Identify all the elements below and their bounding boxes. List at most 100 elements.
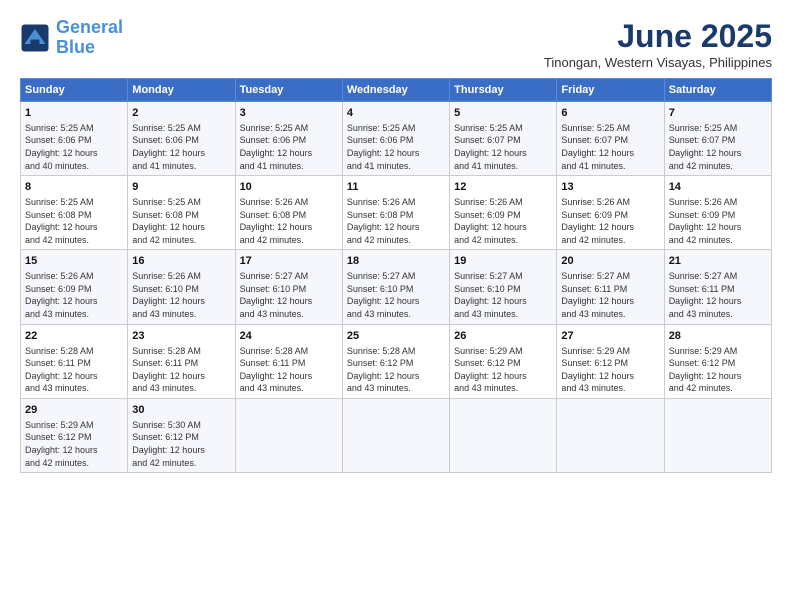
day-number: 20: [561, 254, 659, 269]
calendar-cell: 20Sunrise: 5:27 AMSunset: 6:11 PMDayligh…: [557, 250, 664, 324]
day-number: 14: [669, 180, 767, 195]
day-info: Sunrise: 5:27 AMSunset: 6:10 PMDaylight:…: [240, 270, 338, 320]
calendar-body: 1Sunrise: 5:25 AMSunset: 6:06 PMDaylight…: [21, 102, 772, 473]
day-info: Sunrise: 5:26 AMSunset: 6:08 PMDaylight:…: [240, 196, 338, 246]
logo: General Blue: [20, 18, 123, 58]
calendar-table: Sunday Monday Tuesday Wednesday Thursday…: [20, 78, 772, 473]
calendar-cell: 21Sunrise: 5:27 AMSunset: 6:11 PMDayligh…: [664, 250, 771, 324]
day-info: Sunrise: 5:28 AMSunset: 6:12 PMDaylight:…: [347, 345, 445, 395]
logo-icon: [20, 23, 50, 53]
week-row-1: 1Sunrise: 5:25 AMSunset: 6:06 PMDaylight…: [21, 102, 772, 176]
day-number: 1: [25, 106, 123, 121]
day-info: Sunrise: 5:25 AMSunset: 6:06 PMDaylight:…: [132, 122, 230, 172]
calendar-cell: 18Sunrise: 5:27 AMSunset: 6:10 PMDayligh…: [342, 250, 449, 324]
calendar-cell: 30Sunrise: 5:30 AMSunset: 6:12 PMDayligh…: [128, 398, 235, 472]
day-number: 16: [132, 254, 230, 269]
day-number: 7: [669, 106, 767, 121]
day-info: Sunrise: 5:25 AMSunset: 6:07 PMDaylight:…: [561, 122, 659, 172]
day-number: 21: [669, 254, 767, 269]
day-number: 30: [132, 403, 230, 418]
day-number: 23: [132, 329, 230, 344]
calendar-cell: 28Sunrise: 5:29 AMSunset: 6:12 PMDayligh…: [664, 324, 771, 398]
calendar-cell: 8Sunrise: 5:25 AMSunset: 6:08 PMDaylight…: [21, 176, 128, 250]
week-row-2: 8 Sunrise: 5:25 AMSunset: 6:08 PMDaylight…: [21, 176, 772, 250]
day-info: Sunrise: 5:28 AMSunset: 6:11 PMDaylight:…: [25, 345, 123, 395]
day-number: 2: [132, 106, 230, 121]
day-info: Sunrise: 5:26 AMSunset: 6:09 PMDaylight:…: [454, 196, 552, 246]
calendar-cell: [557, 398, 664, 472]
day-number: 18: [347, 254, 445, 269]
day-info: Sunrise: 5:27 AMSunset: 6:11 PMDaylight:…: [669, 270, 767, 320]
day-number: 6: [561, 106, 659, 121]
day-number: 29: [25, 403, 123, 418]
calendar-cell: 7Sunrise: 5:25 AMSunset: 6:07 PMDaylight…: [664, 102, 771, 176]
calendar-cell: [450, 398, 557, 472]
col-thursday: Thursday: [450, 79, 557, 102]
calendar-cell: 5Sunrise: 5:25 AMSunset: 6:07 PMDaylight…: [450, 102, 557, 176]
day-number: 8: [25, 180, 123, 195]
day-info: Sunrise: 5:29 AMSunset: 6:12 PMDaylight:…: [561, 345, 659, 395]
week-row-4: 22Sunrise: 5:28 AMSunset: 6:11 PMDayligh…: [21, 324, 772, 398]
day-info: Sunrise: 5:25 AMSunset: 6:08 PMDaylight:…: [132, 196, 230, 246]
calendar-cell: [342, 398, 449, 472]
calendar-cell: [664, 398, 771, 472]
calendar-cell: 19Sunrise: 5:27 AMSunset: 6:10 PMDayligh…: [450, 250, 557, 324]
calendar-cell: 23Sunrise: 5:28 AMSunset: 6:11 PMDayligh…: [128, 324, 235, 398]
logo-text: General Blue: [56, 18, 123, 58]
logo-line2: Blue: [56, 37, 95, 57]
col-saturday: Saturday: [664, 79, 771, 102]
day-info: Sunrise: 5:29 AMSunset: 6:12 PMDaylight:…: [454, 345, 552, 395]
day-info: Sunrise: 5:27 AMSunset: 6:11 PMDaylight:…: [561, 270, 659, 320]
calendar-cell: 12Sunrise: 5:26 AMSunset: 6:09 PMDayligh…: [450, 176, 557, 250]
day-number: 22: [25, 329, 123, 344]
day-info: Sunrise: 5:26 AMSunset: 6:10 PMDaylight:…: [132, 270, 230, 320]
calendar-subtitle: Tinongan, Western Visayas, Philippines: [544, 55, 772, 70]
logo-line1: General: [56, 17, 123, 37]
calendar-cell: 29Sunrise: 5:29 AMSunset: 6:12 PMDayligh…: [21, 398, 128, 472]
calendar-cell: 13Sunrise: 5:26 AMSunset: 6:09 PMDayligh…: [557, 176, 664, 250]
day-number: 4: [347, 106, 445, 121]
calendar-cell: 22Sunrise: 5:28 AMSunset: 6:11 PMDayligh…: [21, 324, 128, 398]
calendar-cell: 11Sunrise: 5:26 AMSunset: 6:08 PMDayligh…: [342, 176, 449, 250]
calendar-cell: 4Sunrise: 5:25 AMSunset: 6:06 PMDaylight…: [342, 102, 449, 176]
day-info: Sunrise: 5:27 AMSunset: 6:10 PMDaylight:…: [347, 270, 445, 320]
day-number: 13: [561, 180, 659, 195]
day-number: 26: [454, 329, 552, 344]
day-info: Sunrise: 5:29 AMSunset: 6:12 PMDaylight:…: [25, 419, 123, 469]
day-info: Sunrise: 5:28 AMSunset: 6:11 PMDaylight:…: [240, 345, 338, 395]
header-area: General Blue June 2025 Tinongan, Western…: [20, 18, 772, 70]
week-row-3: 15Sunrise: 5:26 AMSunset: 6:09 PMDayligh…: [21, 250, 772, 324]
day-number: 17: [240, 254, 338, 269]
col-wednesday: Wednesday: [342, 79, 449, 102]
week-row-5: 29Sunrise: 5:29 AMSunset: 6:12 PMDayligh…: [21, 398, 772, 472]
day-number: 5: [454, 106, 552, 121]
calendar-cell: 27Sunrise: 5:29 AMSunset: 6:12 PMDayligh…: [557, 324, 664, 398]
day-info: Sunrise: 5:25 AMSunset: 6:06 PMDaylight:…: [347, 122, 445, 172]
calendar-cell: 3Sunrise: 5:25 AMSunset: 6:06 PMDaylight…: [235, 102, 342, 176]
day-info: Sunrise: 5:26 AMSunset: 6:09 PMDaylight:…: [25, 270, 123, 320]
day-number: 24: [240, 329, 338, 344]
calendar-cell: 17Sunrise: 5:27 AMSunset: 6:10 PMDayligh…: [235, 250, 342, 324]
day-info: Sunrise: 5:25 AMSunset: 6:07 PMDaylight:…: [454, 122, 552, 172]
day-info: Sunrise: 5:27 AMSunset: 6:10 PMDaylight:…: [454, 270, 552, 320]
day-info: Sunrise: 5:25 AMSunset: 6:06 PMDaylight:…: [240, 122, 338, 172]
day-number: 25: [347, 329, 445, 344]
calendar-cell: 2Sunrise: 5:25 AMSunset: 6:06 PMDaylight…: [128, 102, 235, 176]
day-number: 11: [347, 180, 445, 195]
header-row: Sunday Monday Tuesday Wednesday Thursday…: [21, 79, 772, 102]
col-friday: Friday: [557, 79, 664, 102]
day-info: Sunrise: 5:30 AMSunset: 6:12 PMDaylight:…: [132, 419, 230, 469]
day-number: 19: [454, 254, 552, 269]
day-number: 28: [669, 329, 767, 344]
calendar-cell: 24Sunrise: 5:28 AMSunset: 6:11 PMDayligh…: [235, 324, 342, 398]
day-info: Sunrise: 5:26 AMSunset: 6:09 PMDaylight:…: [561, 196, 659, 246]
title-area: June 2025 Tinongan, Western Visayas, Phi…: [544, 18, 772, 70]
col-monday: Monday: [128, 79, 235, 102]
calendar-cell: 26Sunrise: 5:29 AMSunset: 6:12 PMDayligh…: [450, 324, 557, 398]
day-info: Sunrise: 5:25 AMSunset: 6:06 PMDaylight:…: [25, 122, 123, 172]
day-number: 9: [132, 180, 230, 195]
day-info: Sunrise: 5:26 AMSunset: 6:08 PMDaylight:…: [347, 196, 445, 246]
col-sunday: Sunday: [21, 79, 128, 102]
day-number: 12: [454, 180, 552, 195]
day-info: Sunrise: 5:29 AMSunset: 6:12 PMDaylight:…: [669, 345, 767, 395]
